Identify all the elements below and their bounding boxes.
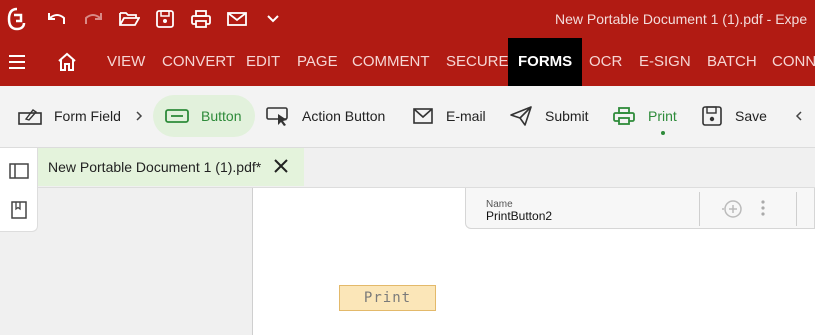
button-field-icon bbox=[165, 109, 189, 123]
menu-edit[interactable]: EDIT bbox=[246, 38, 280, 86]
menu-batch[interactable]: BATCH bbox=[707, 38, 757, 86]
document-tab[interactable]: New Portable Document 1 (1).pdf* bbox=[38, 148, 304, 186]
menu-comment[interactable]: COMMENT bbox=[352, 38, 430, 86]
main-menu: VIEW CONVERT EDIT PAGE COMMENT SECURE FO… bbox=[0, 38, 815, 86]
home-icon[interactable] bbox=[54, 49, 80, 75]
field-name-value[interactable]: PrintButton2 bbox=[486, 209, 552, 223]
action-button-label: Action Button bbox=[302, 108, 386, 124]
action-button-tool[interactable]: Action Button bbox=[266, 95, 385, 137]
mail-icon[interactable] bbox=[224, 6, 250, 32]
active-indicator-dot bbox=[661, 131, 665, 135]
app-logo-icon[interactable] bbox=[4, 6, 30, 32]
button-tool-label: Button bbox=[201, 108, 242, 124]
print-tool[interactable]: Print bbox=[612, 95, 677, 137]
menu-ocr[interactable]: OCR bbox=[589, 38, 622, 86]
forms-ribbon: Form Field Button Action Button E-mail S… bbox=[0, 86, 815, 148]
ribbon-scroll-left-icon[interactable] bbox=[794, 106, 815, 126]
email-label: E-mail bbox=[446, 108, 486, 124]
action-button-icon bbox=[266, 107, 288, 126]
open-folder-icon[interactable] bbox=[116, 6, 142, 32]
print-tool-icon bbox=[613, 107, 635, 125]
close-icon[interactable] bbox=[272, 157, 290, 178]
form-field-icon bbox=[18, 109, 42, 125]
form-field-label: Form Field bbox=[54, 108, 121, 124]
menu-e-sign[interactable]: E-SIGN bbox=[639, 38, 691, 86]
redo-icon[interactable] bbox=[80, 6, 106, 32]
menu-view[interactable]: VIEW bbox=[107, 38, 145, 86]
menu-connect[interactable]: CONN bbox=[772, 38, 815, 86]
side-panel-lower bbox=[0, 232, 252, 335]
document-tab-bar: New Portable Document 1 (1).pdf* bbox=[38, 148, 815, 188]
save-icon[interactable] bbox=[152, 6, 178, 32]
email-tool[interactable]: E-mail bbox=[412, 95, 486, 137]
send-icon bbox=[510, 106, 532, 126]
undo-icon[interactable] bbox=[44, 6, 70, 32]
title-bar: New Portable Document 1 (1).pdf - Expe bbox=[0, 0, 815, 38]
more-options-icon[interactable] bbox=[760, 199, 766, 222]
print-icon[interactable] bbox=[188, 6, 214, 32]
email-icon bbox=[413, 108, 433, 124]
divider bbox=[796, 192, 797, 226]
bookmark-icon[interactable] bbox=[8, 199, 30, 221]
document-tab-title: New Portable Document 1 (1).pdf* bbox=[48, 159, 262, 175]
submit-tool[interactable]: Submit bbox=[509, 95, 589, 137]
window-title: New Portable Document 1 (1).pdf - Expe bbox=[555, 11, 808, 27]
menu-page[interactable]: PAGE bbox=[297, 38, 338, 86]
field-properties-bar: Name PrintButton2 bbox=[465, 188, 815, 229]
save-tool-label: Save bbox=[735, 108, 767, 124]
menu-convert[interactable]: CONVERT bbox=[162, 38, 235, 86]
side-panel bbox=[38, 188, 252, 232]
save-tool[interactable]: Save bbox=[701, 95, 767, 137]
save-tool-icon bbox=[702, 106, 722, 126]
form-field-button[interactable]: Form Field bbox=[18, 95, 121, 137]
hamburger-menu-icon[interactable] bbox=[4, 49, 30, 75]
add-circle-icon[interactable] bbox=[720, 198, 744, 225]
sidebar-toggle-icon[interactable] bbox=[8, 160, 30, 182]
divider bbox=[699, 192, 700, 226]
chevron-down-icon[interactable] bbox=[260, 6, 286, 32]
submit-label: Submit bbox=[545, 108, 589, 124]
menu-secure[interactable]: SECURE bbox=[446, 38, 509, 86]
print-tool-label: Print bbox=[648, 108, 677, 124]
print-button-field[interactable]: Print bbox=[339, 285, 436, 311]
left-toolbar bbox=[0, 148, 38, 232]
menu-forms[interactable]: FORMS bbox=[508, 38, 583, 86]
button-tool[interactable]: Button bbox=[153, 95, 255, 137]
